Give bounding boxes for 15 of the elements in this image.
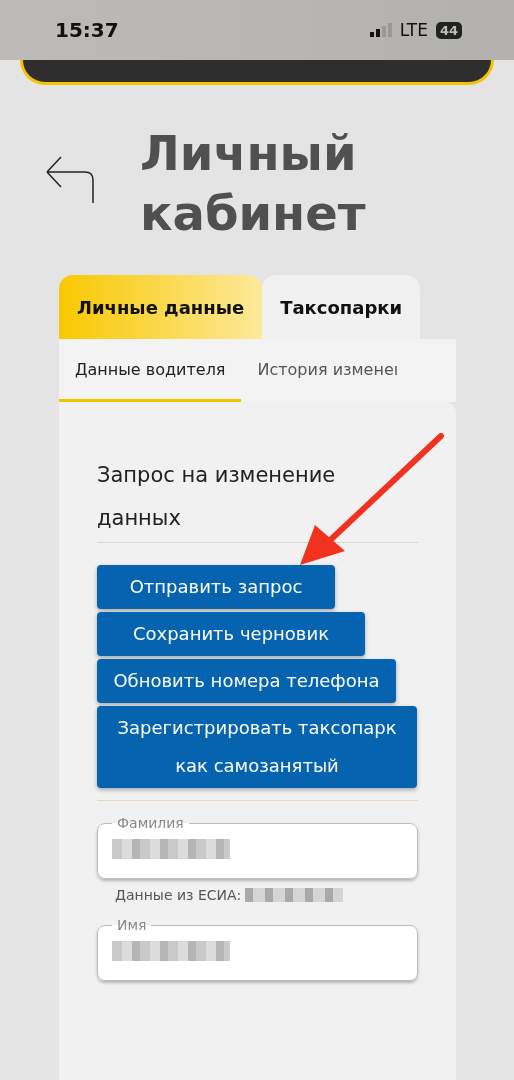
tab[interactable]: Личные данные <box>59 275 263 339</box>
network-label: LTE <box>399 20 428 40</box>
tab[interactable]: Таксопарки <box>262 275 421 339</box>
action-button[interactable]: Обновить номера телефона <box>97 659 396 703</box>
subtab[interactable]: История изменеı <box>241 339 415 402</box>
action-button[interactable]: Зарегистрировать таксопарк как самозанятый <box>97 706 417 788</box>
helper-text: Данные из ЕСИА: <box>115 887 242 903</box>
input-field[interactable]: Фамилия <box>97 815 418 879</box>
action-button[interactable]: Сохранить черновик <box>97 612 365 656</box>
input-field[interactable]: Имя <box>97 917 418 981</box>
clock: 15:37 <box>55 18 119 42</box>
page-title: Личный кабинет <box>140 124 367 243</box>
action-button[interactable]: Отправить запрос <box>97 565 335 609</box>
signal-icon <box>369 23 392 37</box>
battery-indicator: 44 <box>435 21 462 39</box>
